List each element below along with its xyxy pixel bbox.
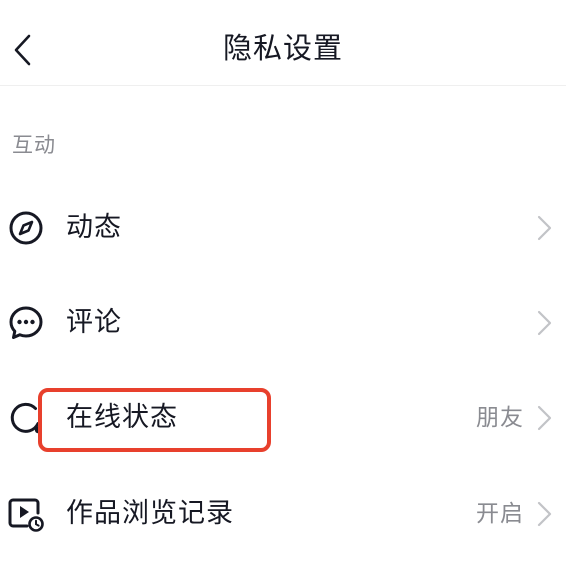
settings-row-label: 在线状态 <box>66 402 178 433</box>
chat-bubble-icon <box>6 303 46 343</box>
chevron-right-icon <box>537 310 552 336</box>
settings-row-value: 朋友 <box>476 405 524 431</box>
settings-row-label: 作品浏览记录 <box>66 498 234 529</box>
page-title: 隐私设置 <box>222 31 343 65</box>
online-status-icon <box>6 398 46 438</box>
top-bar: 隐私设置 <box>0 0 566 86</box>
settings-row-label: 动态 <box>66 212 122 243</box>
settings-row-comments[interactable]: 评论 <box>0 283 566 363</box>
compass-icon <box>6 208 46 248</box>
settings-row-dynamics[interactable]: 动态 <box>0 188 566 268</box>
chevron-right-icon <box>537 501 552 527</box>
settings-row-online-status[interactable]: 在线状态 朋友 <box>0 378 566 458</box>
section-label: 互动 <box>12 133 56 157</box>
chevron-right-icon <box>537 405 552 431</box>
play-history-icon <box>6 494 46 534</box>
settings-row-label: 评论 <box>66 307 122 338</box>
chevron-right-icon <box>537 215 552 241</box>
settings-row-view-history[interactable]: 作品浏览记录 开启 <box>0 474 566 554</box>
settings-row-value: 开启 <box>476 501 524 527</box>
